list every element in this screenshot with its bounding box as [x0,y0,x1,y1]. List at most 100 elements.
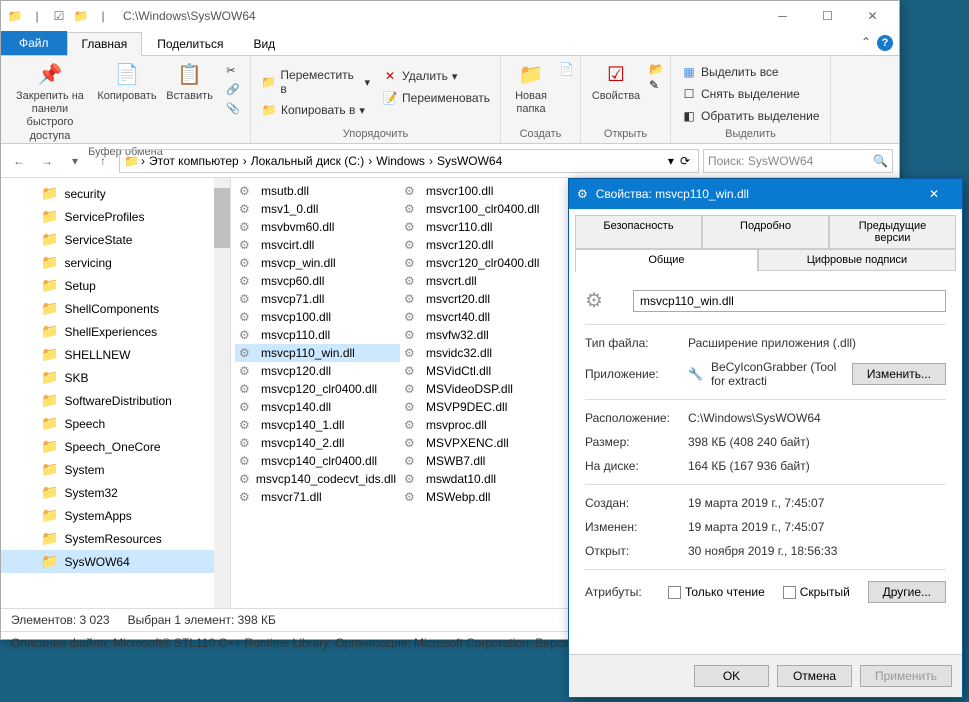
file-item[interactable]: ⚙msvcr110.dll [400,218,565,236]
open-icon[interactable]: 📂 [649,62,664,76]
tab-digsig[interactable]: Цифровые подписи [758,249,956,271]
copy-to-button[interactable]: 📁Копировать в ▾ [257,100,374,120]
file-item[interactable]: ⚙MSVP9DEC.dll [400,398,565,416]
props-close-button[interactable]: ✕ [914,179,954,209]
file-item[interactable]: ⚙msvcr71.dll [235,488,400,506]
addr-refresh-icon[interactable]: ⟳ [676,154,694,168]
cancel-button[interactable]: Отмена [777,665,852,687]
file-item[interactable]: ⚙MSWebp.dll [400,488,565,506]
readonly-checkbox[interactable]: Только чтение [668,585,765,599]
sidebar-item-servicestate[interactable]: 📁ServiceState [1,228,230,251]
properties-button[interactable]: ☑ Свойства [587,58,645,105]
file-item[interactable]: ⚙msvfw32.dll [400,326,565,344]
maximize-button[interactable]: ☐ [805,1,850,31]
tab-general[interactable]: Общие [575,249,758,272]
file-item[interactable]: ⚙MSVideoDSP.dll [400,380,565,398]
tab-details[interactable]: Подробно [702,215,829,249]
rename-button[interactable]: 📝Переименовать [378,88,494,108]
props-titlebar[interactable]: ⚙ Свойства: msvcp110_win.dll ✕ [569,179,962,209]
crumb-drive[interactable]: Локальный диск (C:) [249,154,367,168]
file-item[interactable]: ⚙msvbvm60.dll [235,218,400,236]
sidebar-item-system[interactable]: 📁System [1,458,230,481]
file-item[interactable]: ⚙msvidc32.dll [400,344,565,362]
sidebar-item-skb[interactable]: 📁SKB [1,366,230,389]
crumb-thispc[interactable]: Этот компьютер [147,154,241,168]
other-attr-button[interactable]: Другие... [868,581,946,603]
file-item[interactable]: ⚙msutb.dll [235,182,400,200]
sidebar-item-speech[interactable]: 📁Speech [1,412,230,435]
close-button[interactable]: ✕ [850,1,895,31]
select-none-button[interactable]: ☐Снять выделение [677,84,824,104]
file-item[interactable]: ⚙msvcr120_clr0400.dll [400,254,565,272]
folder-qat-icon[interactable]: 📁 [5,6,25,26]
tab-share[interactable]: Поделиться [142,31,238,55]
tab-file[interactable]: Файл [1,31,67,55]
file-item[interactable]: ⚙mswdat10.dll [400,470,565,488]
props-filename-input[interactable] [633,290,946,312]
ribbon-collapse-icon[interactable]: ⌃ [861,35,871,51]
sidebar-item-shellexperiences[interactable]: 📁ShellExperiences [1,320,230,343]
addr-dropdown-icon[interactable]: ▾ [668,154,674,168]
file-item[interactable]: ⚙msvcp60.dll [235,272,400,290]
file-item[interactable]: ⚙MSVidCtl.dll [400,362,565,380]
sidebar-item-syswow64[interactable]: 📁SysWOW64 [1,550,230,573]
file-item[interactable]: ⚙msvcp140.dll [235,398,400,416]
delete-button[interactable]: ✕Удалить ▾ [378,66,494,86]
file-item[interactable]: ⚙msvcp120.dll [235,362,400,380]
sidebar-item-shellnew[interactable]: 📁SHELLNEW [1,343,230,366]
edit-icon[interactable]: ✎ [649,78,664,92]
file-item[interactable]: ⚙msvcp_win.dll [235,254,400,272]
file-item[interactable]: ⚙msvcp110_win.dll [235,344,400,362]
sidebar-item-servicing[interactable]: 📁servicing [1,251,230,274]
pin-button[interactable]: 📌 Закрепить на панели быстрого доступа [7,58,93,145]
file-item[interactable]: ⚙msvcp140_codecvt_ids.dll [235,470,400,488]
crumb-windows[interactable]: Windows [374,154,427,168]
search-input[interactable]: Поиск: SysWOW64 🔍 [703,149,893,173]
crumb-folder[interactable]: SysWOW64 [435,154,504,168]
apply-button[interactable]: Применить [860,665,952,687]
sidebar-item-softwaredistribution[interactable]: 📁SoftwareDistribution [1,389,230,412]
file-item[interactable]: ⚙MSWB7.dll [400,452,565,470]
sidebar-item-setup[interactable]: 📁Setup [1,274,230,297]
file-item[interactable]: ⚙msvcr100.dll [400,182,565,200]
qat-folder2-icon[interactable]: 📁 [71,6,91,26]
file-item[interactable]: ⚙msvcp140_clr0400.dll [235,452,400,470]
paste-button[interactable]: 📋 Вставить [161,58,218,105]
ok-button[interactable]: OK [694,665,769,687]
help-icon[interactable]: ? [877,35,893,51]
file-item[interactable]: ⚙msvcp100.dll [235,308,400,326]
file-item[interactable]: ⚙msv1_0.dll [235,200,400,218]
file-item[interactable]: ⚙msvcirt.dll [235,236,400,254]
tab-view[interactable]: Вид [238,31,290,55]
file-item[interactable]: ⚙msvcp140_2.dll [235,434,400,452]
new-folder-button[interactable]: 📁 Новая папка [507,58,555,118]
copypath-icon[interactable]: 🔗 [222,81,244,98]
sidebar-item-serviceprofiles[interactable]: 📁ServiceProfiles [1,205,230,228]
tab-home[interactable]: Главная [67,32,143,56]
change-app-button[interactable]: Изменить... [852,363,946,385]
move-to-button[interactable]: 📁Переместить в ▾ [257,66,374,98]
qat-props-icon[interactable]: ☑ [49,6,69,26]
file-item[interactable]: ⚙msvcp140_1.dll [235,416,400,434]
file-item[interactable]: ⚙msvcr100_clr0400.dll [400,200,565,218]
file-item[interactable]: ⚙msvcr120.dll [400,236,565,254]
select-all-button[interactable]: ▦Выделить все [677,62,824,82]
minimize-button[interactable]: ─ [760,1,805,31]
sidebar[interactable]: 📁security📁ServiceProfiles📁ServiceState📁s… [1,178,231,608]
nav-back-button[interactable]: ← [7,149,31,173]
sidebar-scrollbar[interactable] [214,178,230,608]
nav-up-button[interactable]: ↑ [91,149,115,173]
hidden-checkbox[interactable]: Скрытый [783,585,850,599]
newitem-icon[interactable]: 📄 [559,62,574,76]
sidebar-item-speech_onecore[interactable]: 📁Speech_OneCore [1,435,230,458]
file-item[interactable]: ⚙msvproc.dll [400,416,565,434]
copy-button[interactable]: 📄 Копировать [97,58,157,105]
file-item[interactable]: ⚙msvcp110.dll [235,326,400,344]
file-item[interactable]: ⚙msvcrt20.dll [400,290,565,308]
sidebar-item-system32[interactable]: 📁System32 [1,481,230,504]
file-item[interactable]: ⚙msvcp120_clr0400.dll [235,380,400,398]
sidebar-item-systemresources[interactable]: 📁SystemResources [1,527,230,550]
sidebar-item-shellcomponents[interactable]: 📁ShellComponents [1,297,230,320]
tab-prev-versions[interactable]: Предыдущие версии [829,215,956,249]
cut-icon[interactable]: ✂ [222,62,244,79]
